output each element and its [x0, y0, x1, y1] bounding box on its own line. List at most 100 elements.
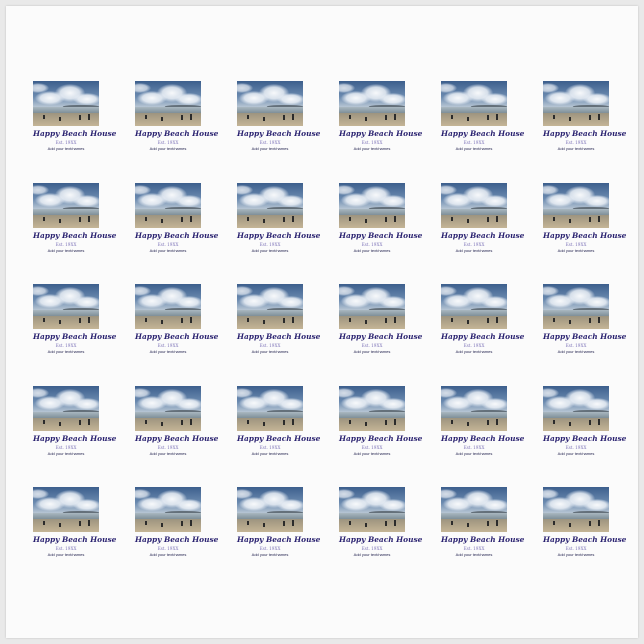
- beach-photo: [339, 284, 405, 329]
- beach-photo: [33, 385, 99, 431]
- beach-photo: [135, 487, 201, 532]
- sticker-established: Est. 19XX: [157, 444, 179, 450]
- beach-photo: [543, 284, 609, 329]
- sticker-names: Add your text/names: [251, 247, 289, 253]
- sticker-title: Happy Beach House: [441, 129, 525, 138]
- sticker-names: Add your text/names: [557, 552, 595, 557]
- sticker[interactable]: Happy Beach House Est. 19XX Add your tex…: [135, 487, 218, 577]
- beach-photo: [237, 487, 303, 532]
- sticker-established: Est. 19XX: [55, 140, 77, 145]
- sticker[interactable]: Happy Beach House Est. 19XX Add your tex…: [135, 81, 219, 171]
- sticker[interactable]: Happy Beach House Est. 19XX Add your tex…: [339, 182, 422, 273]
- sticker-names: Add your text/names: [251, 552, 289, 557]
- sticker[interactable]: Happy Beach House Est. 19XX Add your tex…: [543, 385, 626, 476]
- sticker[interactable]: Happy Beach House Est. 19XX Add your tex…: [33, 81, 117, 171]
- sticker-title: Happy Beach House: [135, 332, 219, 341]
- sticker[interactable]: Happy Beach House Est. 19XX Add your tex…: [441, 284, 524, 374]
- sticker-names: Add your text/names: [149, 349, 187, 354]
- sticker[interactable]: Happy Beach House Est. 19XX Add your tex…: [135, 182, 219, 273]
- beach-photo: [33, 284, 99, 329]
- sticker-title: Happy Beach House: [135, 433, 219, 443]
- sticker-names: Add your text/names: [47, 349, 85, 354]
- sticker[interactable]: Happy Beach House Est. 19XX Add your tex…: [237, 284, 320, 374]
- sticker-established: Est. 19XX: [55, 444, 77, 450]
- sticker-established: Est. 19XX: [361, 343, 383, 348]
- sticker-names: Add your text/names: [149, 450, 187, 456]
- sticker-names: Add your text/names: [149, 146, 187, 151]
- sticker-title: Happy Beach House: [441, 535, 525, 544]
- sticker-established: Est. 19XX: [361, 241, 383, 247]
- sticker-title: Happy Beach House: [135, 129, 219, 138]
- sticker-title: Happy Beach House: [237, 433, 321, 443]
- beach-photo: [441, 385, 507, 431]
- sticker-names: Add your text/names: [47, 146, 85, 151]
- beach-photo: [543, 487, 609, 532]
- sticker[interactable]: Happy Beach House Est. 19XX Add your tex…: [237, 81, 320, 171]
- sticker-title: Happy Beach House: [543, 230, 627, 240]
- beach-photo: [543, 385, 609, 431]
- sticker-title: Happy Beach House: [135, 230, 219, 240]
- sticker-established: Est. 19XX: [463, 343, 485, 348]
- sticker[interactable]: Happy Beach House Est. 19XX Add your tex…: [33, 182, 117, 273]
- sticker-title: Happy Beach House: [237, 230, 321, 240]
- sticker-established: Est. 19XX: [259, 546, 281, 551]
- beach-photo: [237, 284, 303, 329]
- sticker[interactable]: Happy Beach House Est. 19XX Add your tex…: [441, 182, 524, 273]
- sticker[interactable]: Happy Beach House Est. 19XX Add your tex…: [543, 182, 627, 273]
- sticker-names: Add your text/names: [353, 247, 391, 253]
- sticker-title: Happy Beach House: [543, 332, 627, 341]
- sticker-names: Add your text/names: [557, 450, 595, 456]
- sticker[interactable]: Happy Beach House Est. 19XX Add your tex…: [543, 284, 627, 374]
- sticker-names: Add your text/names: [251, 349, 289, 354]
- sticker-names: Add your text/names: [353, 450, 391, 456]
- beach-photo: [339, 487, 405, 532]
- beach-photo: [237, 385, 303, 431]
- sticker[interactable]: Happy Beach House Est. 19XX Add your tex…: [237, 182, 321, 273]
- sticker-title: Happy Beach House: [237, 535, 321, 544]
- sticker-established: Est. 19XX: [463, 140, 485, 145]
- sticker-names: Add your text/names: [557, 349, 595, 354]
- sticker[interactable]: Happy Beach House Est. 19XX Add your tex…: [237, 385, 321, 476]
- sticker-established: Est. 19XX: [259, 444, 281, 450]
- beach-photo: [441, 284, 507, 329]
- beach-photo: [135, 182, 201, 228]
- sticker[interactable]: Happy Beach House Est. 19XX Add your tex…: [33, 385, 116, 476]
- sticker-established: Est. 19XX: [565, 546, 587, 551]
- sticker-established: Est. 19XX: [259, 241, 281, 247]
- sticker[interactable]: Happy Beach House Est. 19XX Add your tex…: [237, 487, 321, 577]
- beach-photo: [339, 385, 405, 431]
- sticker-names: Add your text/names: [47, 247, 85, 253]
- beach-photo: [135, 81, 201, 126]
- sticker[interactable]: Happy Beach House Est. 19XX Add your tex…: [339, 487, 423, 577]
- sticker-title: Happy Beach House: [339, 332, 423, 341]
- beach-photo: [33, 81, 99, 126]
- sticker[interactable]: Happy Beach House Est. 19XX Add your tex…: [135, 385, 219, 476]
- sticker-established: Est. 19XX: [157, 546, 179, 551]
- beach-photo: [441, 487, 507, 532]
- sticker[interactable]: Happy Beach House Est. 19XX Add your tex…: [543, 81, 626, 171]
- sticker-title: Happy Beach House: [33, 230, 117, 240]
- sticker[interactable]: Happy Beach House Est. 19XX Add your tex…: [339, 81, 423, 171]
- sticker-names: Add your text/names: [557, 247, 595, 253]
- sticker[interactable]: Happy Beach House Est. 19XX Add your tex…: [339, 284, 423, 374]
- sticker[interactable]: Happy Beach House Est. 19XX Add your tex…: [441, 81, 525, 171]
- sticker-established: Est. 19XX: [565, 343, 587, 348]
- sticker[interactable]: Happy Beach House Est. 19XX Add your tex…: [33, 284, 116, 374]
- sticker-title: Happy Beach House: [543, 535, 627, 544]
- beach-photo: [33, 182, 99, 228]
- sticker-title: Happy Beach House: [33, 129, 117, 138]
- sticker[interactable]: Happy Beach House Est. 19XX Add your tex…: [339, 385, 423, 476]
- sticker-title: Happy Beach House: [339, 535, 423, 544]
- sticker-names: Add your text/names: [455, 146, 493, 151]
- sticker[interactable]: Happy Beach House Est. 19XX Add your tex…: [135, 284, 219, 374]
- sticker-names: Add your text/names: [47, 552, 85, 557]
- sticker[interactable]: Happy Beach House Est. 19XX Add your tex…: [441, 385, 524, 476]
- sticker-established: Est. 19XX: [361, 546, 383, 551]
- sticker-names: Add your text/names: [455, 349, 493, 354]
- sticker[interactable]: Happy Beach House Est. 19XX Add your tex…: [33, 487, 116, 577]
- sticker[interactable]: Happy Beach House Est. 19XX Add your tex…: [441, 487, 525, 577]
- sticker-title: Happy Beach House: [339, 433, 423, 443]
- beach-photo: [339, 182, 405, 228]
- sticker[interactable]: Happy Beach House Est. 19XX Add your tex…: [543, 487, 627, 577]
- sticker-title: Happy Beach House: [339, 129, 423, 138]
